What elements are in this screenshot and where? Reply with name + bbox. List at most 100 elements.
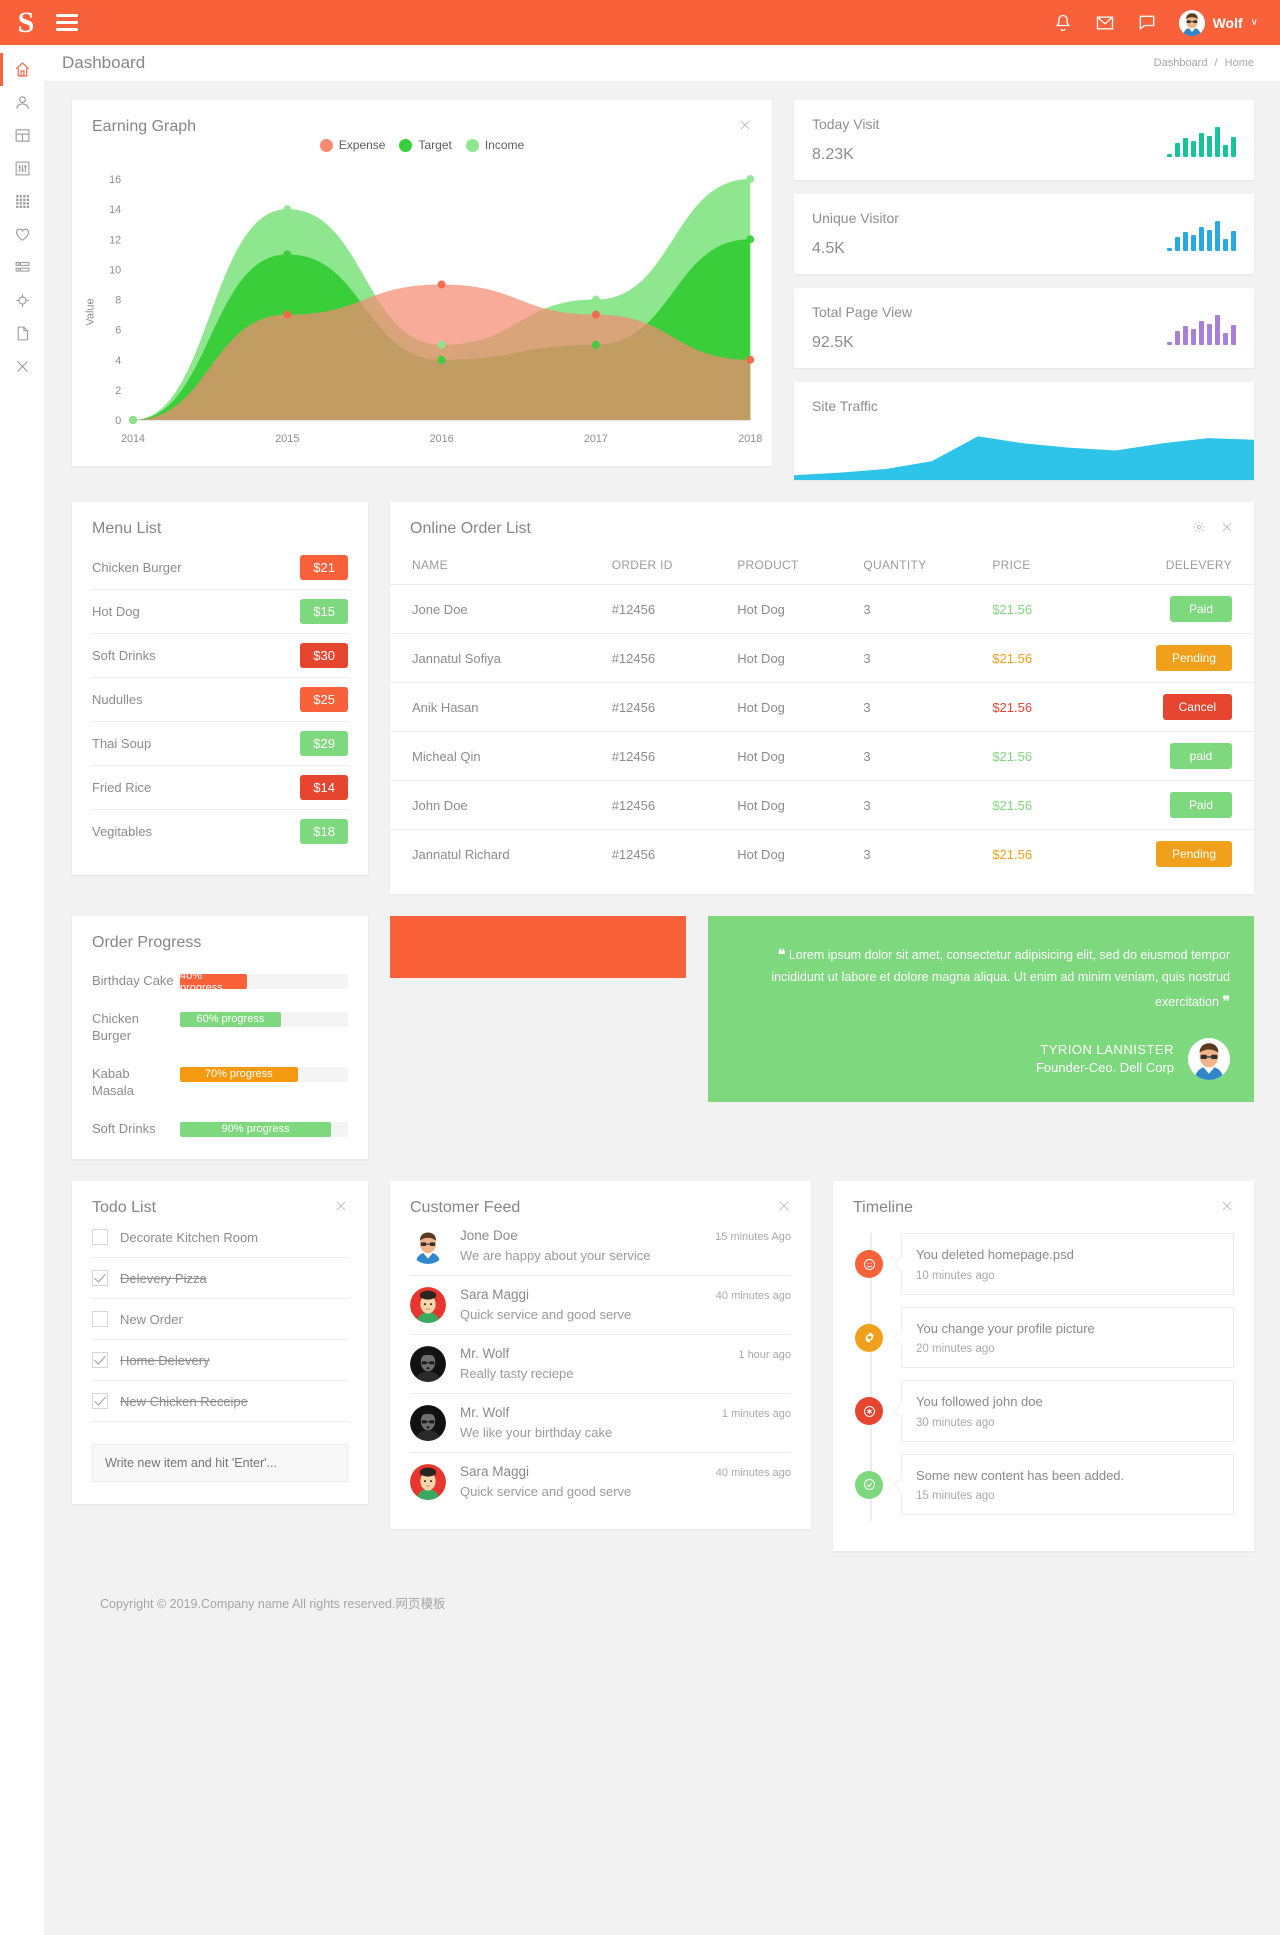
close-icon[interactable] xyxy=(1220,520,1234,534)
sidebar-item-user[interactable] xyxy=(0,86,44,119)
user-name: Wolf xyxy=(1212,14,1243,31)
bell-icon[interactable] xyxy=(1053,13,1073,33)
sparkline-total-page-view xyxy=(1167,311,1236,345)
timeline-title-text: Some new content has been added. xyxy=(916,1467,1125,1483)
feed-message: We are happy about your service xyxy=(460,1248,651,1264)
sparkline-bar xyxy=(1175,142,1180,157)
feed-author-name: Jone Doe xyxy=(460,1228,518,1244)
hamburger-icon[interactable] xyxy=(56,14,78,31)
sidebar-item-sliders[interactable] xyxy=(0,152,44,185)
status-badge[interactable]: Pending xyxy=(1155,841,1232,867)
legend-item-expense[interactable]: Expense xyxy=(319,138,385,152)
table-row: Anik Hasan #12456 Hot Dog 3 $21.56 Cancel xyxy=(390,682,1254,732)
todo-item[interactable]: Delevery Pizza xyxy=(92,1258,348,1300)
close-icon[interactable] xyxy=(738,118,752,132)
menu-list-item: Fried Rice $14 xyxy=(92,766,348,810)
menu-item-price-badge[interactable]: $14 xyxy=(300,775,348,800)
order-product: Hot Dog xyxy=(731,633,858,683)
feed-message: Really tasty reciepe xyxy=(460,1366,574,1382)
sparkline-bar xyxy=(1175,330,1180,345)
list-icon xyxy=(15,262,29,272)
file-icon xyxy=(17,326,28,341)
order-price: $21.56 xyxy=(986,829,1076,878)
menu-list-item: Soft Drinks $30 xyxy=(92,634,348,678)
feed-author-name: Sara Maggi xyxy=(460,1464,530,1480)
breadcrumb-home[interactable]: Home xyxy=(1225,57,1254,69)
list-item: Mr. Wolf 1 hour ago Really tasty reciepe xyxy=(410,1335,791,1395)
stat-texts: Today Visit 8.23K xyxy=(812,116,1167,164)
sidebar-item-home[interactable] xyxy=(0,53,44,86)
avatar xyxy=(410,1464,446,1501)
chevron-down-icon[interactable]: ∨ xyxy=(1251,17,1258,28)
avatar xyxy=(410,1405,446,1442)
sidebar-item-target[interactable] xyxy=(0,284,44,317)
todo-item[interactable]: Decorate Kitchen Room xyxy=(92,1217,348,1259)
todo-checkbox[interactable] xyxy=(92,1229,108,1246)
todo-checkbox[interactable] xyxy=(92,1270,108,1287)
close-icon[interactable] xyxy=(777,1199,791,1213)
legend-item-target[interactable]: Target xyxy=(399,138,452,152)
order-quantity: 3 xyxy=(857,633,987,683)
sparkline-bar xyxy=(1199,320,1204,345)
close-icon[interactable] xyxy=(334,1199,348,1213)
legend-label-target: Target xyxy=(418,138,452,152)
order-delivery: Paid xyxy=(1075,584,1254,634)
status-badge[interactable]: paid xyxy=(1170,743,1232,769)
status-badge[interactable]: Cancel xyxy=(1162,694,1232,720)
customer-feed-card: Customer Feed Jone Doe 15 minutes Ago We a… xyxy=(390,1181,811,1530)
chat-icon[interactable] xyxy=(1137,13,1157,33)
menu-list-item: Nudulles $25 xyxy=(92,678,348,722)
orange-placeholder-block xyxy=(390,916,686,978)
menu-item-price-badge[interactable]: $18 xyxy=(300,819,348,844)
todo-checkbox[interactable] xyxy=(92,1311,108,1328)
svg-text:2016: 2016 xyxy=(430,433,454,445)
menu-item-price-badge[interactable]: $25 xyxy=(300,687,348,712)
menu-item-price-badge[interactable]: $21 xyxy=(300,555,348,580)
brand-logo[interactable]: S xyxy=(0,0,52,45)
todo-checkbox[interactable] xyxy=(92,1393,108,1410)
sidebar-item-layout[interactable] xyxy=(0,119,44,152)
todo-checkbox[interactable] xyxy=(92,1352,108,1369)
menu-item-price-badge[interactable]: $29 xyxy=(300,731,348,756)
order-price: $21.56 xyxy=(986,682,1076,732)
breadcrumb-dashboard[interactable]: Dashboard xyxy=(1154,57,1208,69)
gear-icon[interactable] xyxy=(1192,520,1206,534)
envelope-icon[interactable] xyxy=(1095,13,1115,33)
menu-list-item: Vegitables $18 xyxy=(92,810,348,853)
stat-label: Today Visit xyxy=(812,116,880,132)
menu-list-header: Menu List xyxy=(72,502,368,538)
legend-item-income[interactable]: Income xyxy=(465,138,524,152)
list-item: Mr. Wolf 1 minutes ago We like your birthd… xyxy=(410,1394,791,1454)
orders-table: NAME ORDER ID PRODUCT QUANTITY PRICE DELEVERY… xyxy=(390,550,1254,878)
sparkline-bar xyxy=(1215,127,1220,157)
user-menu[interactable]: Wolf ∨ xyxy=(1178,9,1258,36)
sidebar-item-grid[interactable] xyxy=(0,185,44,218)
status-badge[interactable]: Paid xyxy=(1170,596,1232,622)
menu-item-price-badge[interactable]: $30 xyxy=(300,643,348,668)
sidebar-item-file[interactable] xyxy=(0,317,44,350)
sidebar-item-close[interactable] xyxy=(0,350,44,383)
todo-item[interactable]: New Order xyxy=(92,1299,348,1341)
close-icon[interactable] xyxy=(1220,1199,1234,1213)
menu-list-item: Hot Dog $15 xyxy=(92,590,348,634)
avatar-man-dark xyxy=(410,1346,446,1383)
status-badge[interactable]: Paid xyxy=(1170,792,1232,818)
heart-icon xyxy=(15,228,29,241)
sidebar-item-list[interactable] xyxy=(0,251,44,284)
sidebar-item-favorites[interactable] xyxy=(0,218,44,251)
todo-item[interactable]: New Chicken Receipe xyxy=(92,1381,348,1423)
orders-header-row: NAME ORDER ID PRODUCT QUANTITY PRICE DELEVERY xyxy=(390,550,1254,585)
orders-column-header: PRICE xyxy=(992,558,1031,572)
menu-item-price-badge[interactable]: $15 xyxy=(300,599,348,624)
status-badge[interactable]: Pending xyxy=(1155,645,1232,671)
order-product: Hot Dog xyxy=(731,780,858,830)
orders-column-header: ORDER ID xyxy=(611,558,673,572)
todo-list-header: Todo List xyxy=(92,1181,348,1217)
todo-item[interactable]: Home Delevery xyxy=(92,1340,348,1382)
todo-item-label: Home Delevery xyxy=(120,1352,210,1368)
todo-new-item-input[interactable] xyxy=(92,1444,348,1483)
feed-body: Jone Doe 15 minutes Ago We are happy about… xyxy=(460,1228,791,1263)
timeline-item: You followed john doe 30 minutes ago xyxy=(855,1380,1234,1442)
sparkline-bar xyxy=(1223,238,1228,251)
hamburger-bar xyxy=(56,21,78,24)
